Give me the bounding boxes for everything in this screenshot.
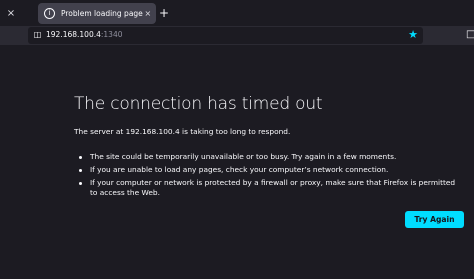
navigation-bar: ◫ 192.168.100.4:1340 ★ bbox=[0, 26, 474, 45]
tab-close-icon[interactable]: × bbox=[143, 9, 153, 18]
star-icon[interactable]: ★ bbox=[408, 28, 418, 42]
info-icon: i bbox=[44, 8, 55, 19]
url-text[interactable]: 192.168.100.4:1340 bbox=[46, 30, 123, 40]
tab-bar: × i Problem loading page × + bbox=[0, 0, 474, 26]
tab-problem-loading-page[interactable]: i Problem loading page × bbox=[38, 3, 156, 24]
try-again-button[interactable]: Try Again bbox=[405, 211, 464, 228]
error-title: The connection has timed out bbox=[74, 94, 323, 114]
error-intro: The server at 192.168.100.4 is taking to… bbox=[74, 127, 291, 136]
new-tab-button[interactable]: + bbox=[157, 5, 171, 21]
toolbar-button-edge[interactable]: □ bbox=[466, 28, 474, 42]
page-icon[interactable]: ◫ bbox=[33, 30, 42, 40]
list-item: The site could be temporarily unavailabl… bbox=[74, 152, 464, 162]
error-reasons-list: The site could be temporarily unavailabl… bbox=[74, 152, 464, 201]
close-icon[interactable]: × bbox=[0, 4, 22, 22]
url-bar[interactable]: ◫ 192.168.100.4:1340 ★ bbox=[28, 27, 423, 44]
url-host: 192.168.100.4 bbox=[46, 30, 101, 39]
list-item: If you are unable to load any pages, che… bbox=[74, 165, 464, 175]
url-port: :1340 bbox=[100, 30, 123, 39]
tab-title: Problem loading page bbox=[61, 9, 143, 18]
list-item: If your computer or network is protected… bbox=[74, 178, 464, 198]
